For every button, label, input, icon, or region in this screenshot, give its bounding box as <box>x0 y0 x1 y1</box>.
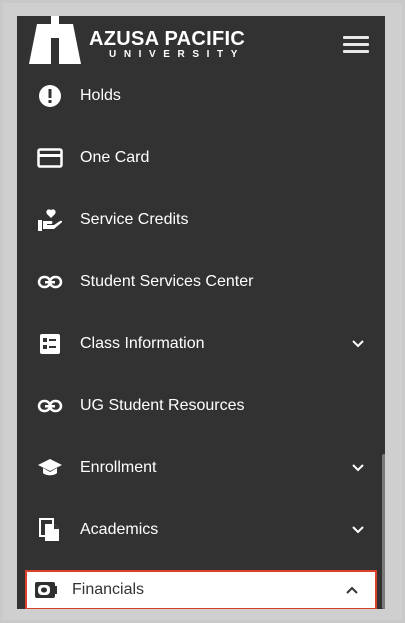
hamburger-icon[interactable] <box>343 36 369 54</box>
sidebar-item-label: Service Credits <box>80 211 189 228</box>
sidebar-item-label: Class Information <box>80 335 205 352</box>
sidebar-item-student-services-center[interactable]: Student Services Center <box>17 257 377 307</box>
chevron-down-icon <box>352 526 364 534</box>
mobile-app: AZUSA PACIFIC UNIVERSITY Holds One Card <box>17 16 385 609</box>
header: AZUSA PACIFIC UNIVERSITY <box>17 16 385 72</box>
sidebar-item-one-card[interactable]: One Card <box>17 133 377 183</box>
link-icon <box>37 393 63 419</box>
sidebar-item-financials[interactable]: Financials <box>25 570 377 609</box>
volunteer-hand-heart-icon <box>37 207 63 233</box>
sidebar-item-label: Holds <box>80 87 121 104</box>
link-icon <box>37 269 63 295</box>
university-name: AZUSA PACIFIC UNIVERSITY <box>89 29 245 60</box>
logo-main-text: AZUSA PACIFIC <box>89 28 246 50</box>
credit-card-icon <box>37 145 63 171</box>
sidebar-item-label: Academics <box>80 521 159 538</box>
sidebar-item-label: Student Services Center <box>80 273 254 290</box>
logo-sub-text: UNIVERSITY <box>109 49 246 60</box>
chevron-down-icon <box>352 340 364 348</box>
exclamation-icon <box>37 83 63 109</box>
sidebar-item-label: Enrollment <box>80 459 157 476</box>
sidebar-item-academics[interactable]: Academics <box>17 505 377 555</box>
sidebar-item-ug-student-resources[interactable]: UG Student Resources <box>17 381 377 431</box>
sidebar-item-label: Financials <box>72 581 145 598</box>
sidebar-item-label: One Card <box>80 149 150 166</box>
sidebar-item-class-information[interactable]: Class Information <box>17 319 377 369</box>
list-icon <box>37 331 63 357</box>
scrollbar[interactable] <box>382 454 385 609</box>
chevron-down-icon <box>352 464 364 472</box>
wallet-icon <box>33 578 59 602</box>
sidebar-item-holds[interactable]: Holds <box>17 71 377 121</box>
sidebar-item-service-credits[interactable]: Service Credits <box>17 195 377 245</box>
sidebar-item-enrollment[interactable]: Enrollment <box>17 443 377 493</box>
chevron-up-icon <box>346 586 358 594</box>
documents-icon <box>37 517 63 543</box>
graduation-cap-icon <box>37 455 63 481</box>
university-logo-icon <box>29 16 81 64</box>
sidebar-item-label: UG Student Resources <box>80 397 245 414</box>
